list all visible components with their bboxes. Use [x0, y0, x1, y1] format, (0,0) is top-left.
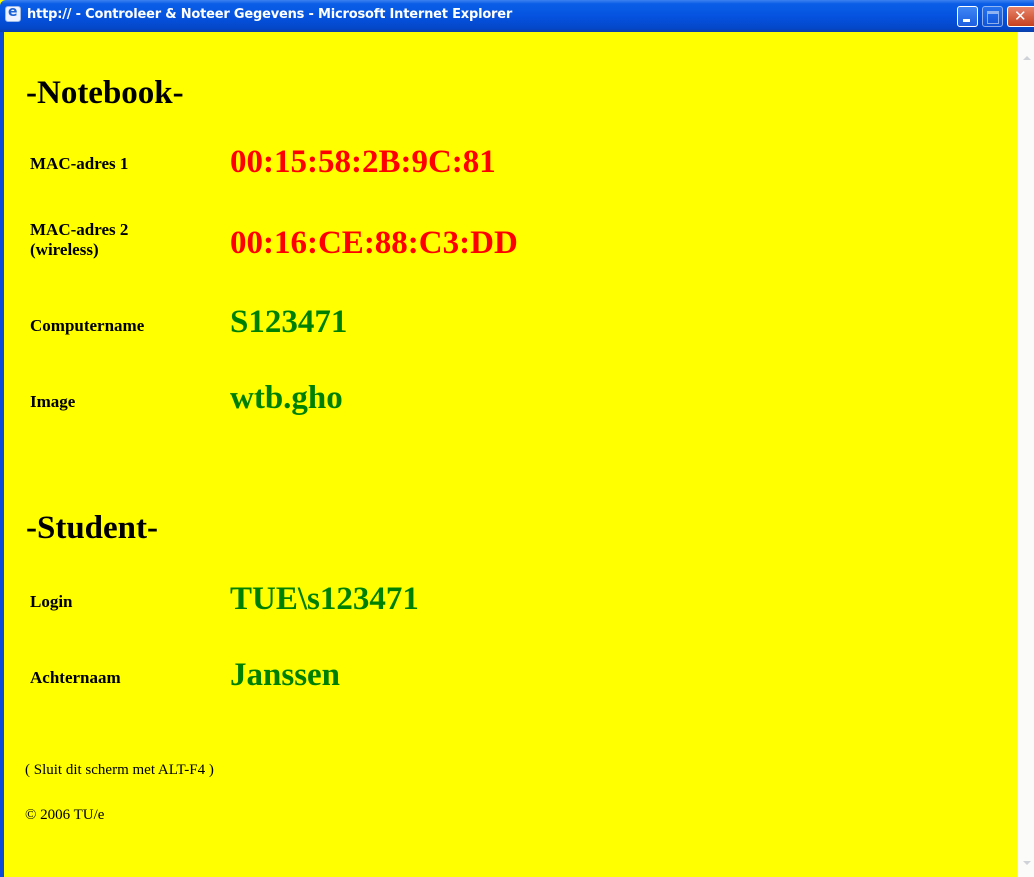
- mac-adres-1-label: MAC-adres 1: [30, 154, 129, 173]
- vertical-scrollbar[interactable]: [1017, 32, 1034, 877]
- window-title: http:// - Controleer & Noteer Gegevens -…: [27, 7, 513, 22]
- mac-adres-2-label: MAC-adres 2 (wireless): [30, 220, 128, 260]
- notebook-heading: -Notebook-: [26, 75, 184, 111]
- close-button[interactable]: [1007, 6, 1034, 27]
- mac-adres-1-value: 00:15:58:2B:9C:81: [230, 144, 496, 180]
- student-heading: -Student-: [26, 510, 159, 546]
- minimize-button[interactable]: [957, 6, 978, 27]
- image-value: wtb.gho: [230, 380, 343, 416]
- image-label: Image: [30, 392, 76, 411]
- scroll-up-arrow-icon[interactable]: [1019, 50, 1034, 67]
- mac-adres-2-label-line2: (wireless): [30, 240, 99, 259]
- scroll-down-arrow-icon[interactable]: [1019, 855, 1034, 872]
- computername-value: S123471: [230, 304, 348, 340]
- mac-adres-2-value: 00:16:CE:88:C3:DD: [230, 225, 518, 261]
- window-titlebar[interactable]: http:// - Controleer & Noteer Gegevens -…: [0, 0, 1034, 32]
- copyright-text: © 2006 TU/e: [25, 807, 105, 823]
- computername-label: Computername: [30, 316, 145, 335]
- mac-adres-2-label-line1: MAC-adres 2: [30, 220, 129, 239]
- login-label: Login: [30, 592, 73, 611]
- close-hint-text: ( Sluit dit scherm met ALT-F4 ): [25, 762, 214, 778]
- maximize-button[interactable]: [982, 6, 1003, 27]
- achternaam-label: Achternaam: [30, 668, 121, 687]
- achternaam-value: Janssen: [230, 657, 341, 693]
- page-content: -Notebook- MAC-adres 1 00:15:58:2B:9C:81…: [4, 32, 1017, 877]
- internet-explorer-icon: [5, 4, 21, 22]
- login-value: TUE\s123471: [230, 581, 419, 617]
